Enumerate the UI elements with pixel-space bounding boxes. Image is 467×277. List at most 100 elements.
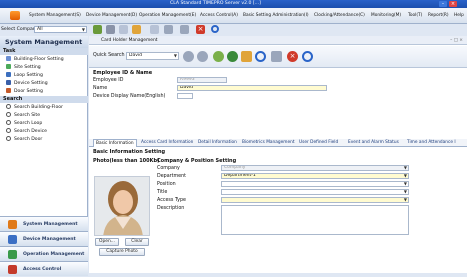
zoom-search-icon[interactable] [302, 51, 313, 62]
description-label: Description [157, 206, 185, 211]
company-select[interactable]: All ▼ [34, 26, 87, 33]
delete-record-icon[interactable]: × [287, 51, 298, 62]
app-logo-icon[interactable] [10, 11, 20, 20]
task-section-header: Task [0, 48, 88, 55]
tab-access-card[interactable]: Access Card Information [141, 139, 193, 147]
detail-tabs: Basic Information Access Card Informatio… [89, 139, 467, 147]
magnifier-icon [6, 104, 11, 109]
nav-operation-management[interactable]: Operation Management [0, 246, 88, 261]
position-label: Position [157, 182, 176, 187]
print-icon[interactable] [271, 51, 282, 62]
employee-id-label: Employee ID [93, 78, 124, 83]
search-site[interactable]: Search Site [6, 112, 40, 119]
search-icon[interactable] [211, 25, 219, 33]
magnifier-icon [6, 136, 11, 141]
nav-system-management[interactable]: System Management [0, 216, 88, 231]
tab-biometrics[interactable]: Biometrics Management [242, 139, 295, 147]
task-door-setting[interactable]: Door Setting [6, 88, 43, 95]
delete-icon[interactable]: × [196, 25, 205, 34]
nav-access-control[interactable]: Access Control [0, 261, 88, 276]
chevron-down-icon: ▼ [81, 27, 85, 32]
tab-detail-information[interactable]: Detail Information [198, 139, 237, 147]
company-select[interactable]: Company ▼ [221, 165, 409, 171]
device-display-name-label: Device Display Name(English) [93, 94, 166, 99]
name-field[interactable]: David [177, 85, 327, 91]
left-panel-title: System Management [0, 36, 88, 48]
photo-label: Photo(less than 100Kb) [93, 158, 160, 164]
filter-icon[interactable] [241, 51, 252, 62]
search-door[interactable]: Search Door [6, 136, 42, 143]
tab-user-defined-field[interactable]: User Defined Field [299, 139, 338, 147]
employee-section-header: Employee ID & Name [93, 70, 153, 76]
door-icon [6, 88, 11, 93]
access-type-select[interactable]: ▼ [221, 197, 409, 203]
quick-search-input[interactable]: David ▼ [126, 52, 179, 60]
clear-photo-button[interactable]: Clear [125, 238, 149, 246]
employee-id-field[interactable]: R9993 [177, 77, 227, 83]
task-building-floor[interactable]: Building-Floor Setting [6, 56, 64, 63]
search-device[interactable]: Search Device [6, 128, 47, 135]
toolbar-icon-2[interactable] [106, 25, 115, 34]
basic-setting-header: Basic Information Setting [93, 149, 166, 155]
nav-device-management[interactable]: Device Management [0, 231, 88, 246]
menu-operation-management[interactable]: Operation Management(E) [139, 13, 196, 18]
menu-monitoring[interactable]: Monitoring(M) [371, 13, 401, 18]
access-type-label: Access Type [157, 198, 186, 203]
site-icon [6, 64, 11, 69]
cardholder-photo [94, 176, 150, 236]
name-label: Name [93, 86, 108, 91]
toolbar-icon-4[interactable] [132, 25, 141, 34]
department-select[interactable]: Department-1 ▼ [221, 173, 409, 179]
company-position-header: Company & Position Setting [157, 158, 237, 164]
toolbar-icon-1[interactable] [93, 25, 102, 34]
device-display-name-field[interactable] [177, 93, 193, 99]
menu-basic-setting[interactable]: Basic Setting Administration(I) [243, 13, 309, 18]
task-device-setting[interactable]: Device Setting [6, 80, 48, 87]
search-section-header: Search [0, 96, 88, 103]
menu-system-management[interactable]: System Management(S) [29, 13, 81, 18]
tab-basic-information[interactable]: Basic Information [93, 139, 137, 147]
select-company-label: Select Company [1, 27, 39, 32]
title-select[interactable]: ▼ [221, 189, 409, 195]
menu-tool[interactable]: Tool(T) [408, 13, 422, 18]
operation-icon [8, 250, 17, 259]
chevron-down-icon: ▼ [403, 189, 407, 194]
toolbar-icon-3[interactable] [119, 25, 128, 34]
department-label: Department [157, 174, 187, 179]
title-label: Title [157, 190, 168, 195]
menu-device-management[interactable]: Device Management(D) [86, 13, 137, 18]
menu-access-control[interactable]: Access Control(A) [200, 13, 238, 18]
child-window-title: Card Holder Management – □ × [89, 36, 467, 45]
next-record-icon[interactable] [197, 51, 208, 62]
prev-record-icon[interactable] [183, 51, 194, 62]
open-photo-button[interactable]: Open... [95, 238, 119, 246]
menu-report[interactable]: Report(R) [428, 13, 449, 18]
window-title: CLA Standard TIMEPRO Server v2.0 [...] [170, 1, 261, 6]
magnifier-icon [6, 120, 11, 125]
tab-event-alarm[interactable]: Event and Alarm Status [348, 139, 399, 147]
left-panel: System Management Task Building-Floor Se… [0, 36, 88, 276]
chevron-down-icon: ▼ [173, 53, 177, 58]
chevron-down-icon: ▼ [403, 165, 407, 170]
task-site-setting[interactable]: Site Setting [6, 64, 41, 71]
search-loop[interactable]: Search Loop [6, 120, 42, 127]
capture-photo-button[interactable]: Capture Photo [99, 248, 145, 256]
toolbar-icon-7[interactable] [180, 25, 189, 34]
quick-search-bar: Quick Search David ▼ × [89, 46, 467, 68]
tab-time-attendance[interactable]: Time and Attendance I [407, 139, 456, 147]
close-icon[interactable]: – □ × [450, 36, 463, 45]
menu-clocking-attendance[interactable]: Clocking/Attendance(C) [314, 13, 365, 18]
task-loop-setting[interactable]: Loop Setting [6, 72, 43, 79]
search-building-floor[interactable]: Search Building-Floor [6, 104, 63, 111]
magnifier-icon [6, 128, 11, 133]
toolbar-icon-5[interactable] [150, 25, 159, 34]
menu-help[interactable]: Help [454, 13, 464, 18]
position-select[interactable]: ▼ [221, 181, 409, 187]
add-icon[interactable] [213, 51, 224, 62]
find-icon[interactable] [255, 51, 266, 62]
save-icon[interactable] [227, 51, 238, 62]
minimize-button[interactable]: – [439, 1, 447, 7]
description-field[interactable] [221, 205, 409, 235]
close-window-button[interactable]: × [449, 1, 457, 7]
toolbar-icon-6[interactable] [164, 25, 173, 34]
